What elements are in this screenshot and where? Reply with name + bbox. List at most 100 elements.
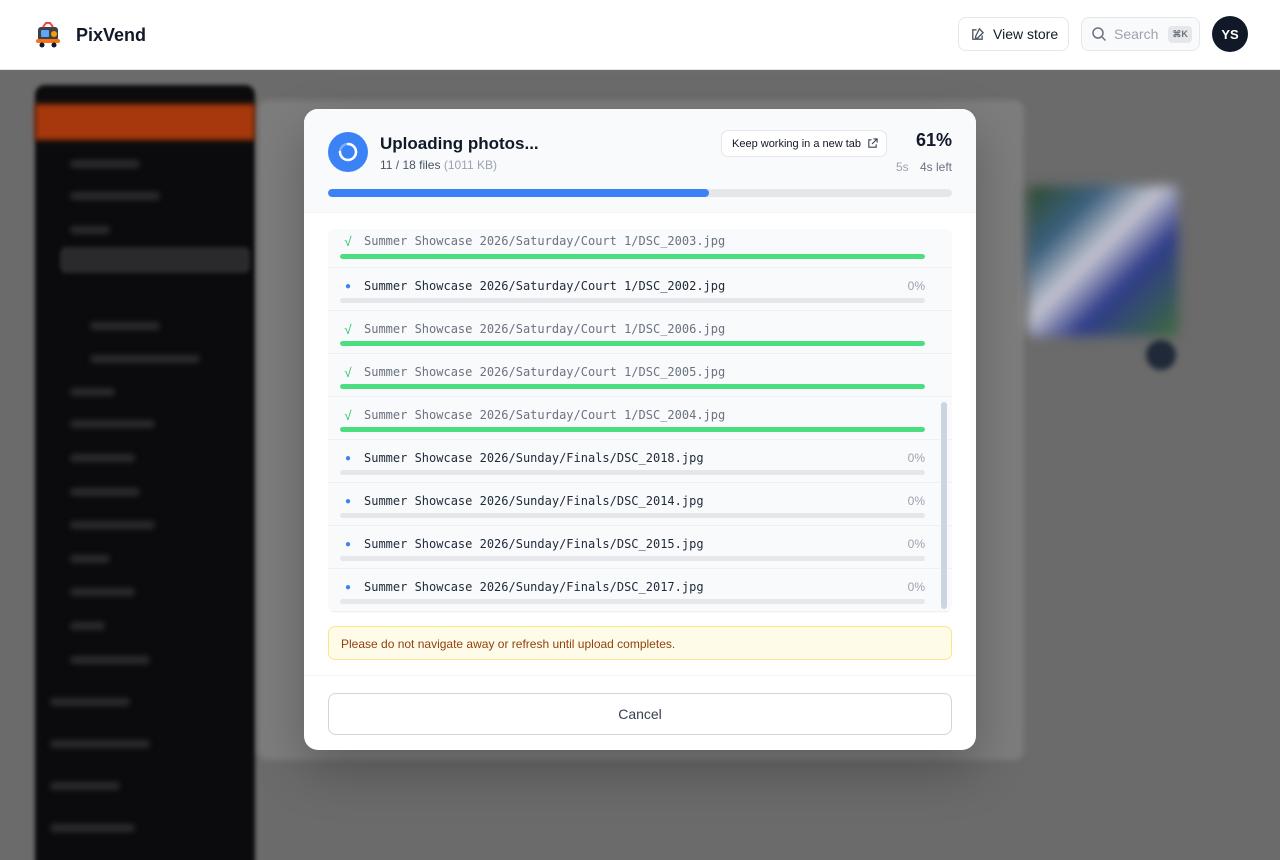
background-sidebar-row: [50, 740, 150, 748]
file-row: ● Summer Showcase 2026/Sunday/Finals/DSC_…: [328, 440, 952, 483]
overall-progress-bar: [328, 189, 952, 197]
logo-icon: [36, 22, 60, 48]
search-placeholder: Search: [1114, 26, 1159, 42]
overall-progress-fill: [328, 189, 709, 197]
file-progress-bar: [340, 341, 925, 346]
background-sidebar-row: [70, 420, 155, 428]
search-shortcut-badge: ⌘K: [1168, 25, 1192, 43]
upload-title: Uploading photos...: [380, 134, 539, 153]
file-progress-bar: [340, 254, 925, 259]
background-sidebar-selected: [60, 247, 250, 273]
upload-file-count-text: 11 / 18 files: [380, 158, 441, 172]
spinner-icon: [338, 142, 358, 162]
upload-percent: 61%: [915, 130, 952, 150]
pending-dot-icon: ●: [344, 281, 352, 292]
view-store-button[interactable]: View store: [958, 17, 1069, 51]
file-progress-bar: [340, 513, 925, 518]
file-progress-fill: [340, 254, 925, 259]
view-store-label: View store: [993, 26, 1059, 42]
background-sidebar-row: [70, 555, 110, 563]
upload-eta: 5s 4s left: [896, 160, 952, 174]
check-icon: √: [344, 322, 352, 337]
background-sidebar-row: [70, 521, 155, 529]
upload-modal: Uploading photos... 11 / 18 files (1011 …: [304, 109, 976, 750]
file-progress-bar: [340, 599, 925, 604]
file-row: ● Summer Showcase 2026/Saturday/Court 1/D…: [328, 268, 952, 311]
keep-working-button[interactable]: Keep working in a new tab: [721, 130, 887, 157]
file-progress-bar: [340, 427, 925, 432]
file-name: Summer Showcase 2026/Saturday/Court 1/DS…: [364, 322, 726, 336]
file-progress-bar: [340, 470, 925, 475]
file-progress-bar: [340, 298, 925, 303]
file-name: Summer Showcase 2026/Saturday/Court 1/DS…: [364, 234, 726, 248]
background-sidebar-row: [70, 622, 105, 630]
background-sidebar-row: [70, 160, 140, 168]
external-edit-icon: [972, 27, 985, 40]
cancel-button[interactable]: Cancel: [328, 693, 952, 735]
keep-working-label: Keep working in a new tab: [732, 137, 862, 150]
background-sidebar-active: [35, 104, 255, 140]
file-row: ● Summer Showcase 2026/Sunday/Finals/DSC_…: [328, 569, 952, 612]
file-name: Summer Showcase 2026/Sunday/Finals/DSC_2…: [364, 580, 704, 594]
background-sidebar-row: [70, 192, 160, 200]
pending-dot-icon: ●: [344, 496, 352, 507]
file-row: ● Summer Showcase 2026/Sunday/Finals/DSC_…: [328, 483, 952, 526]
file-name: Summer Showcase 2026/Saturday/Court 1/DS…: [364, 365, 726, 379]
upload-modal-header: Uploading photos... 11 / 18 files (1011 …: [304, 109, 976, 213]
upload-spinner: [328, 132, 368, 172]
search-button[interactable]: Search ⌘K: [1081, 17, 1200, 51]
file-name: Summer Showcase 2026/Sunday/Finals/DSC_2…: [364, 537, 704, 551]
upload-remaining: 4s left: [919, 160, 952, 174]
external-link-icon: [868, 138, 878, 148]
file-name: Summer Showcase 2026/Sunday/Finals/DSC_2…: [364, 451, 704, 465]
file-percent: 0%: [907, 494, 925, 508]
file-percent: 0%: [907, 279, 925, 293]
file-row: √ Summer Showcase 2026/Saturday/Court 1/D…: [328, 229, 952, 268]
check-icon: √: [344, 234, 352, 249]
file-name: Summer Showcase 2026/Saturday/Court 1/DS…: [364, 408, 726, 422]
file-progress-bar: [340, 384, 925, 389]
file-progress-bar: [340, 556, 925, 561]
file-progress-fill: [340, 341, 925, 346]
background-sidebar-row: [70, 226, 110, 234]
background-sidebar-row: [70, 454, 135, 462]
background-sidebar-row: [70, 588, 135, 596]
upload-warning: Please do not navigate away or refresh u…: [328, 626, 952, 660]
background-sidebar-row: [50, 824, 135, 832]
brand[interactable]: PixVend: [33, 21, 146, 49]
background-sidebar-row: [50, 698, 130, 706]
background-sidebar-row: [70, 656, 150, 664]
file-row: √ Summer Showcase 2026/Saturday/Court 1/D…: [328, 311, 952, 354]
file-progress-fill: [340, 384, 925, 389]
background-photo-badge: [1146, 340, 1176, 370]
file-row: ● Summer Showcase 2026/Sunday/Finals/DSC_…: [328, 526, 952, 569]
file-percent: 0%: [907, 537, 925, 551]
background-sidebar-row: [90, 322, 160, 330]
pending-dot-icon: ●: [344, 582, 352, 593]
file-name: Summer Showcase 2026/Sunday/Finals/DSC_2…: [364, 494, 704, 508]
upload-file-list[interactable]: √ Summer Showcase 2026/Saturday/Court 1/D…: [328, 229, 952, 613]
check-icon: √: [344, 365, 352, 380]
file-percent: 0%: [907, 451, 925, 465]
check-icon: √: [344, 408, 352, 423]
file-row: √ Summer Showcase 2026/Saturday/Court 1/D…: [328, 397, 952, 440]
top-nav: PixVend View store Search ⌘K YS: [0, 0, 1280, 70]
upload-total-size: (1011 KB): [443, 158, 497, 172]
background-sidebar-row: [70, 388, 115, 396]
background-sidebar-row: [90, 355, 200, 363]
background-photo-thumbnail: [1028, 186, 1178, 336]
avatar[interactable]: YS: [1212, 16, 1248, 52]
pending-dot-icon: ●: [344, 453, 352, 464]
file-list-scrollbar[interactable]: [941, 402, 947, 609]
upload-file-count: 11 / 18 files (1011 KB): [380, 158, 497, 172]
brand-name: PixVend: [76, 24, 147, 45]
background-sidebar-row: [50, 782, 120, 790]
pending-dot-icon: ●: [344, 539, 352, 550]
file-percent: 0%: [907, 580, 925, 594]
footer-divider: [304, 675, 976, 676]
search-icon: [1092, 27, 1107, 42]
file-name: Summer Showcase 2026/Saturday/Court 1/DS…: [364, 279, 726, 293]
background-sidebar-row: [70, 488, 140, 496]
file-row: √ Summer Showcase 2026/Saturday/Court 1/D…: [328, 354, 952, 397]
file-progress-fill: [340, 427, 925, 432]
